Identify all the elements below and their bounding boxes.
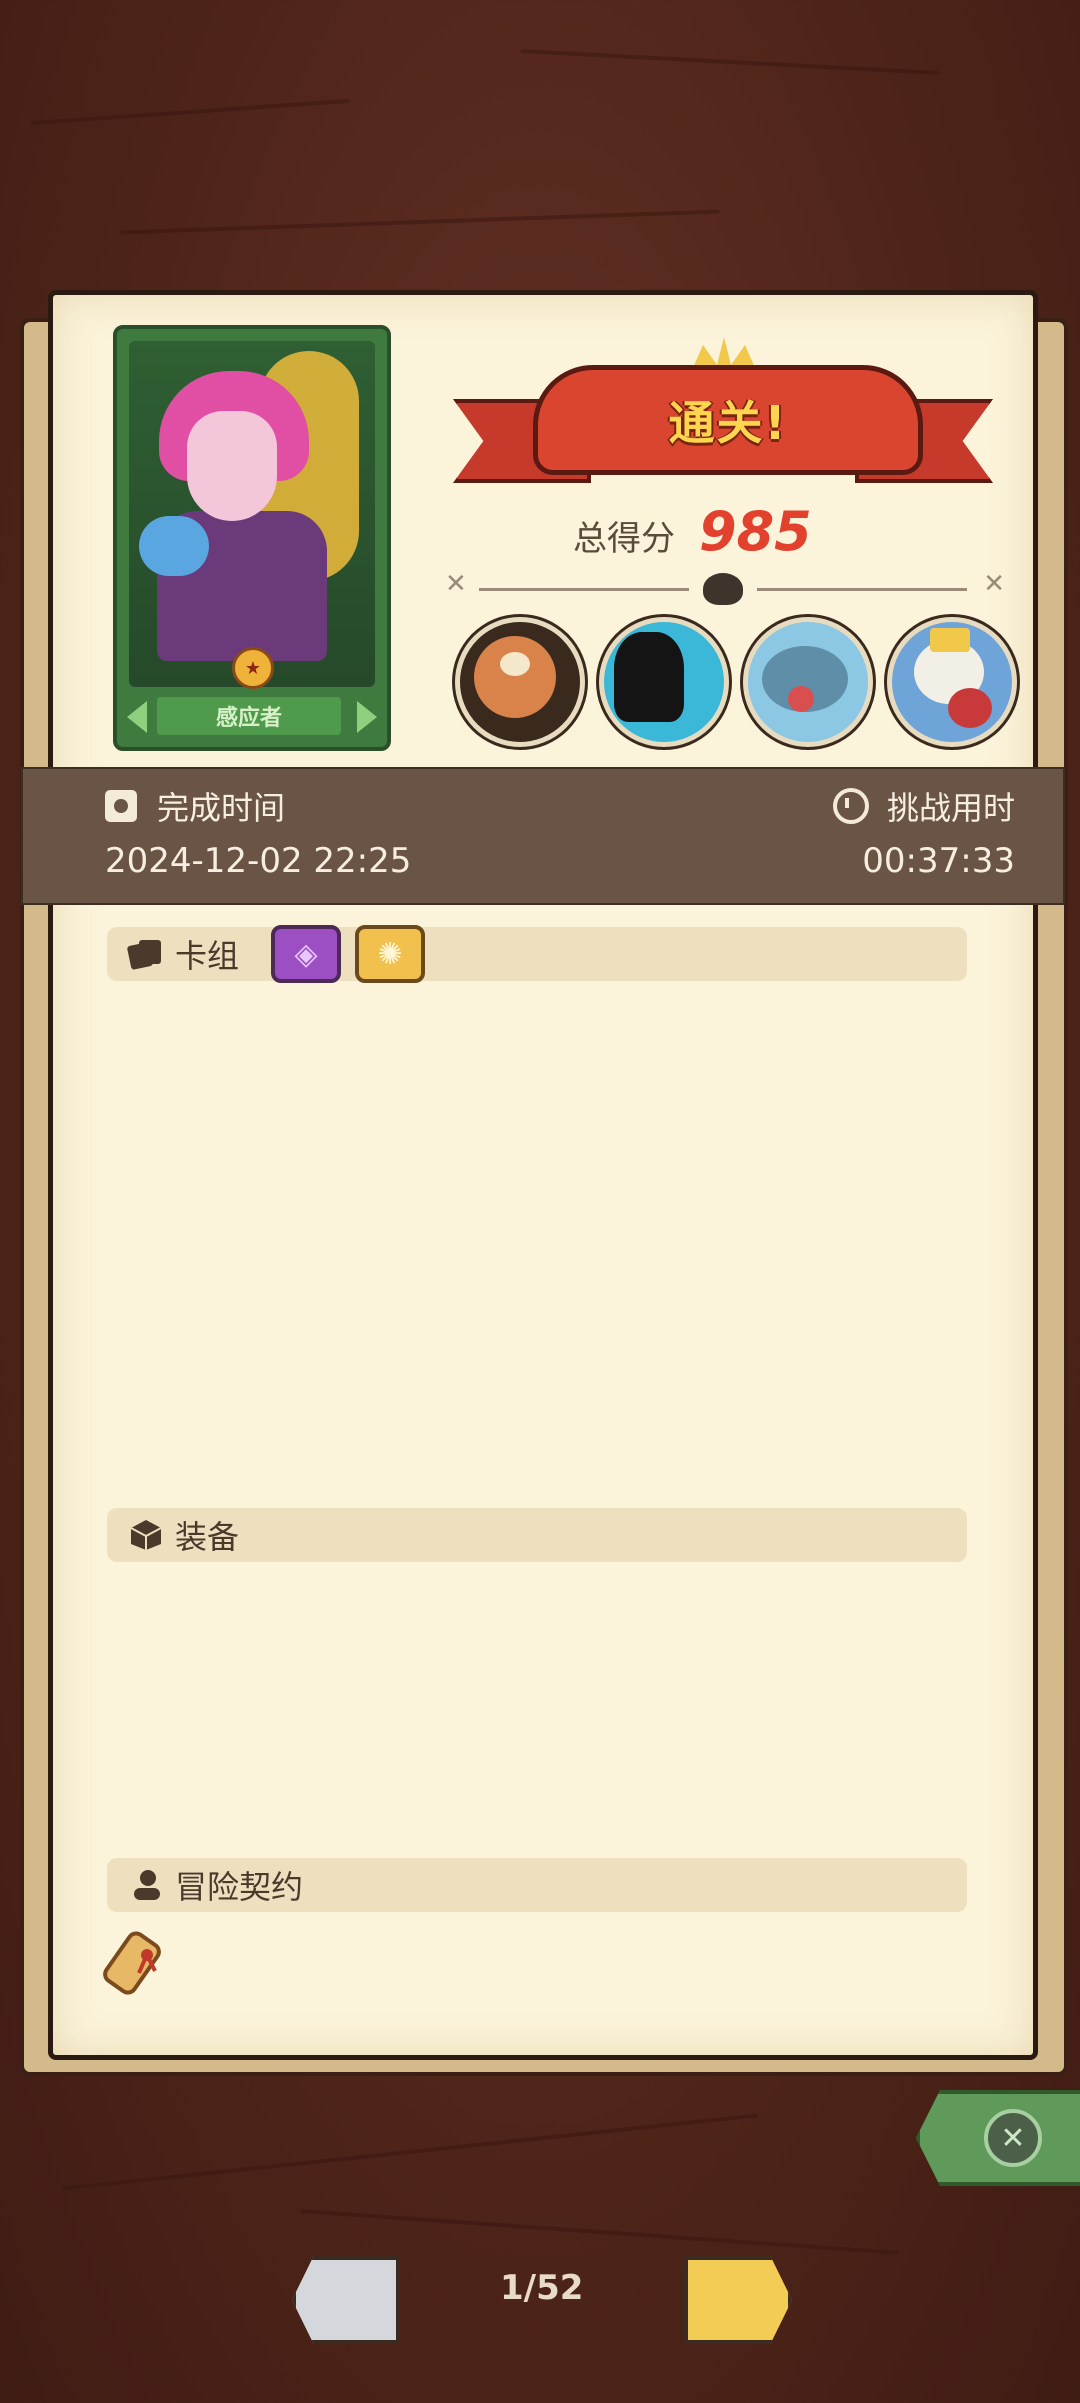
equipment-section-header: 装备	[107, 1508, 967, 1562]
crossed-swords-icon: ✕	[983, 569, 1005, 599]
skull-icon	[703, 573, 743, 605]
stopwatch-icon	[832, 788, 869, 824]
victory-banner: 通关!	[453, 337, 993, 507]
crossed-swords-icon: ✕	[445, 569, 467, 599]
defeated-bosses	[455, 617, 1017, 747]
contract-scroll-icon[interactable]	[101, 1925, 175, 1999]
equipment-label: 装备	[175, 1518, 240, 1556]
close-button[interactable]: ✕	[916, 2090, 1080, 2186]
run-stats-bar: 完成时间 挑战用时 2024-12-02 22:25 00:37:33	[23, 769, 1063, 903]
adventurer-icon	[127, 1868, 165, 1902]
cube-icon	[127, 1518, 165, 1552]
hero-card[interactable]: ★ 感应者	[113, 325, 391, 751]
hero-rank-badge-icon: ★	[232, 647, 274, 689]
deck-section-header: 卡组 ◈ ✺	[107, 925, 967, 983]
deck-label: 卡组	[175, 937, 240, 975]
finish-time-label: 完成时间	[157, 789, 286, 827]
result-card: ★ 感应者 通关! 总得分 985 ✕ ✕ 完成时间 挑战用时 2024-12-…	[23, 290, 1063, 2060]
hero-class-name: 感应者	[157, 697, 341, 735]
contract-section-header: 冒险契约	[107, 1858, 967, 1912]
hero-next-arrow-icon[interactable]	[357, 701, 377, 733]
page-indicator: 1/52	[500, 2268, 584, 2308]
camera-icon	[105, 790, 137, 822]
close-icon: ✕	[984, 2109, 1042, 2167]
sun-spiral-icon[interactable]: ✺	[355, 925, 426, 983]
hero-prev-arrow-icon[interactable]	[127, 701, 147, 733]
victory-text: 通关!	[668, 396, 788, 450]
boss-divider: ✕ ✕	[445, 569, 1005, 605]
duration-value: 00:37:33	[862, 841, 1015, 881]
previous-page-button[interactable]	[292, 2256, 400, 2344]
total-score: 总得分 985	[573, 500, 812, 563]
contract-label: 冒险契约	[175, 1868, 304, 1906]
shadow-boss-icon[interactable]	[599, 617, 729, 747]
next-page-button[interactable]	[684, 2256, 792, 2344]
duration-label: 挑战用时	[886, 789, 1015, 827]
hero-portrait	[129, 341, 375, 687]
cards-icon	[127, 937, 165, 971]
finish-time-value: 2024-12-02 22:25	[105, 841, 412, 881]
score-label: 总得分	[573, 519, 675, 559]
fish-boss-icon[interactable]	[743, 617, 873, 747]
skull-king-boss-icon[interactable]	[887, 617, 1017, 747]
eye-sigil-icon[interactable]: ◈	[271, 925, 342, 983]
cyclops-boss-icon[interactable]	[455, 617, 585, 747]
score-value: 985	[699, 500, 812, 563]
